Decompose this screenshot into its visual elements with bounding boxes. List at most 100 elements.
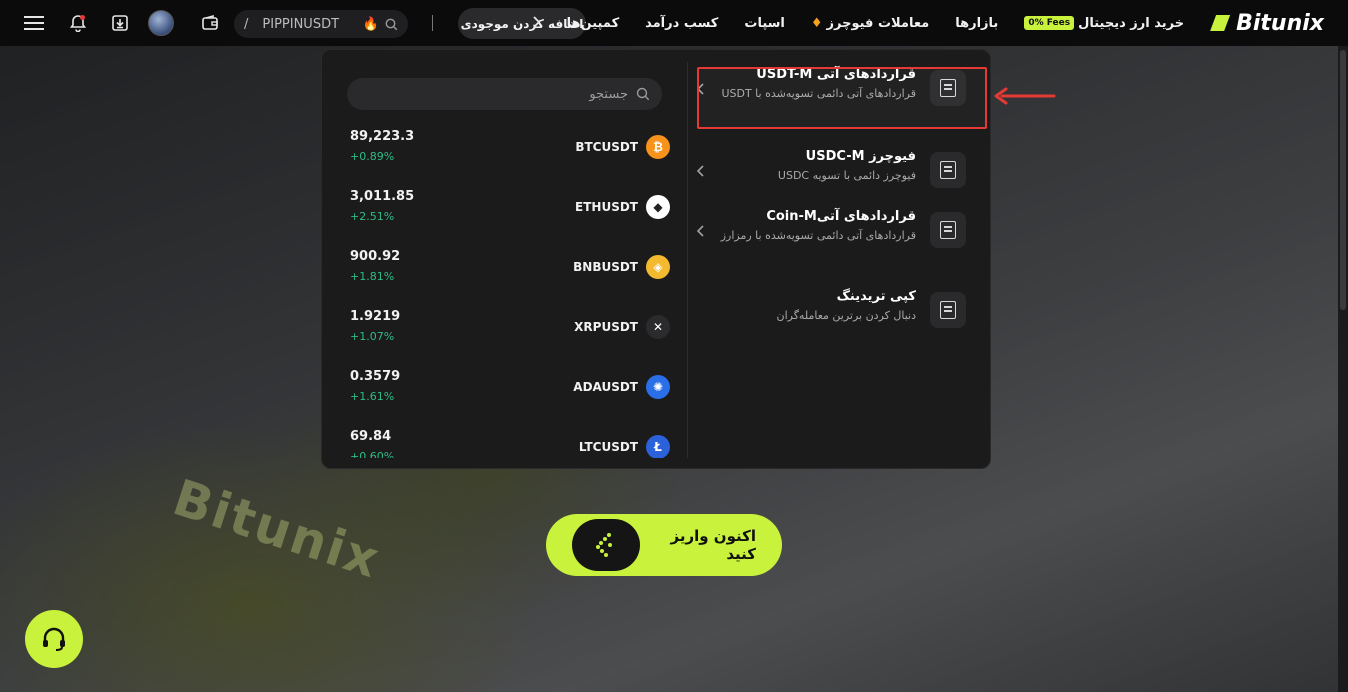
nav-campaigns[interactable]: کمپین‌ها xyxy=(567,16,619,31)
product-item[interactable]: کپی تریدینگ دنبال کردن برترین معامله‌گران xyxy=(694,288,966,350)
search-input[interactable]: PIPPINUSDT xyxy=(262,17,356,32)
market-row[interactable]: 0.3579 +1.61% ADAUSDT ✺ xyxy=(336,362,672,422)
brand-logo[interactable]: Bitunix xyxy=(1210,11,1324,36)
market-values: 69.84 +0.60% xyxy=(350,428,394,458)
market-row[interactable]: 3,011.85 +2.51% ETHUSDT ◆ xyxy=(336,182,672,242)
deposit-now-label: اکنون واریز کنید xyxy=(670,527,756,563)
search-icon xyxy=(385,18,398,30)
market-values: 1.9219 +1.07% xyxy=(350,308,400,346)
market-row[interactable]: 1.9219 +1.07% XRPUSDT ✕ xyxy=(336,302,672,362)
market-row[interactable]: 900.92 +1.81% BNBUSDT ◈ xyxy=(336,242,672,302)
market-search-input[interactable]: جستجو xyxy=(589,87,628,102)
market-values: 3,011.85 +2.51% xyxy=(350,188,414,226)
product-title: فیوچرز USDC-M xyxy=(805,149,916,164)
nav-more-chevron-icon[interactable] xyxy=(531,14,541,33)
brand-name: Bitunix xyxy=(1236,10,1324,36)
dropdown-divider xyxy=(687,62,688,458)
market-symbol: BNBUSDT xyxy=(573,260,638,274)
fire-icon: ♦ xyxy=(810,15,823,31)
user-avatar[interactable] xyxy=(148,10,174,36)
ethereum-icon: ◆ xyxy=(646,195,670,219)
market-row[interactable]: 89,223.3 +0.89% BTCUSDT ₿ xyxy=(336,122,672,182)
product-text: قراردادهای آتیCoin-M قراردادهای آتی دائمی… xyxy=(720,208,916,244)
nav-futures-label: معاملات فیوچرز xyxy=(826,15,930,31)
search-shortcut: / xyxy=(244,16,249,32)
market-symbol-group: ADAUSDT ✺ xyxy=(573,375,670,399)
market-search[interactable]: جستجو xyxy=(347,78,662,110)
market-values: 0.3579 +1.61% xyxy=(350,368,400,406)
litecoin-icon: Ł xyxy=(646,435,670,458)
global-search[interactable]: / PIPPINUSDT 🔥 xyxy=(234,10,408,38)
market-symbol: XRPUSDT xyxy=(574,320,638,334)
nav-futures[interactable]: معاملات فیوچرز ♦ xyxy=(811,16,929,31)
market-change: +0.60% xyxy=(350,450,395,458)
wallet-icon[interactable] xyxy=(196,9,224,37)
market-price: 900.92 xyxy=(350,249,401,264)
market-symbol-group: LTCUSDT Ł xyxy=(579,435,670,458)
market-list: 89,223.3 +0.89% BTCUSDT ₿ 3,011.85 +2.51% ETHU… xyxy=(336,122,672,458)
market-change: +1.07% xyxy=(350,330,395,343)
market-price: 0.3579 xyxy=(350,369,401,384)
contract-icon xyxy=(930,212,966,248)
market-symbol: ETHUSDT xyxy=(575,200,638,214)
product-text: کپی تریدینگ دنبال کردن برترین معامله‌گران xyxy=(720,288,916,324)
red-arrow-icon xyxy=(994,87,1056,105)
nav-buy-crypto[interactable]: خرید ارز دیجیتال 0% Fees xyxy=(1024,16,1184,31)
nav-utilities xyxy=(20,0,224,46)
market-symbol-group: ETHUSDT ◆ xyxy=(575,195,670,219)
market-price: 89,223.3 xyxy=(350,129,415,144)
main-nav: Bitunix خرید ارز دیجیتال 0% Fees بازارها… xyxy=(531,0,1324,46)
nav-spot[interactable]: اسپات xyxy=(744,16,785,31)
product-title: کپی تریدینگ xyxy=(836,289,916,304)
bitunix-logo-icon xyxy=(1210,15,1231,31)
cardano-icon: ✺ xyxy=(646,375,670,399)
nav-buy-crypto-label: خرید ارز دیجیتال xyxy=(1078,15,1185,31)
fire-icon: 🔥 xyxy=(362,16,379,32)
top-nav: / PIPPINUSDT 🔥 اضافه کردن موجودی Bitunix… xyxy=(0,0,1348,46)
notification-bell-icon[interactable] xyxy=(64,9,92,37)
chevron-left-icon[interactable] xyxy=(694,224,706,242)
contract-icon xyxy=(930,292,966,328)
fee-badge: 0% Fees xyxy=(1024,16,1075,30)
deposit-now-button[interactable]: اکنون واریز کنید xyxy=(546,514,782,576)
market-symbol: LTCUSDT xyxy=(578,440,638,454)
bnb-icon: ◈ xyxy=(646,255,670,279)
download-icon[interactable] xyxy=(106,9,134,37)
product-title: قراردادهای آتیCoin-M xyxy=(766,209,916,224)
contract-icon xyxy=(930,152,966,188)
product-desc: فیوچرز دائمی با تسویه USDC xyxy=(777,169,916,182)
product-item[interactable]: فیوچرز USDC-M فیوچرز دائمی با تسویه USDC xyxy=(694,148,966,210)
nav-earn[interactable]: کسب درآمد xyxy=(645,16,718,31)
market-values: 900.92 +1.81% xyxy=(350,248,400,286)
xrp-icon: ✕ xyxy=(646,315,670,339)
chevron-left-icon[interactable] xyxy=(694,164,706,182)
product-text: فیوچرز USDC-M فیوچرز دائمی با تسویه USDC xyxy=(720,148,916,184)
arrow-dots-icon xyxy=(572,519,640,571)
product-desc: قراردادهای آتی دائمی تسویه‌شده با رمزارز xyxy=(720,229,916,242)
product-item[interactable]: قراردادهای آتیCoin-M قراردادهای آتی دائمی… xyxy=(694,208,966,270)
market-change: +1.61% xyxy=(350,390,395,403)
market-change: +0.89% xyxy=(350,150,395,163)
market-change: +1.81% xyxy=(350,270,395,283)
market-symbol-group: XRPUSDT ✕ xyxy=(574,315,670,339)
market-symbol-group: BNBUSDT ◈ xyxy=(573,255,670,279)
search-icon xyxy=(636,87,650,101)
nav-markets[interactable]: بازارها xyxy=(955,16,998,31)
menu-icon[interactable] xyxy=(20,9,48,37)
market-price: 3,011.85 xyxy=(350,189,415,204)
product-desc: دنبال کردن برترین معامله‌گران xyxy=(776,309,916,322)
scrollbar-thumb[interactable] xyxy=(1340,50,1346,310)
page-scrollbar[interactable] xyxy=(1338,46,1348,692)
market-symbol: BTCUSDT xyxy=(575,140,638,154)
nav-divider xyxy=(432,15,433,31)
support-headset-icon[interactable] xyxy=(25,610,83,668)
market-price: 1.9219 xyxy=(350,309,401,324)
market-values: 89,223.3 +0.89% xyxy=(350,128,414,166)
market-symbol-group: BTCUSDT ₿ xyxy=(575,135,670,159)
bitcoin-icon: ₿ xyxy=(646,135,670,159)
market-price: 69.84 xyxy=(350,429,392,444)
market-symbol: ADAUSDT xyxy=(573,380,638,394)
market-change: +2.51% xyxy=(350,210,395,223)
highlight-box xyxy=(697,67,987,129)
market-row[interactable]: 69.84 +0.60% LTCUSDT Ł xyxy=(336,422,672,458)
